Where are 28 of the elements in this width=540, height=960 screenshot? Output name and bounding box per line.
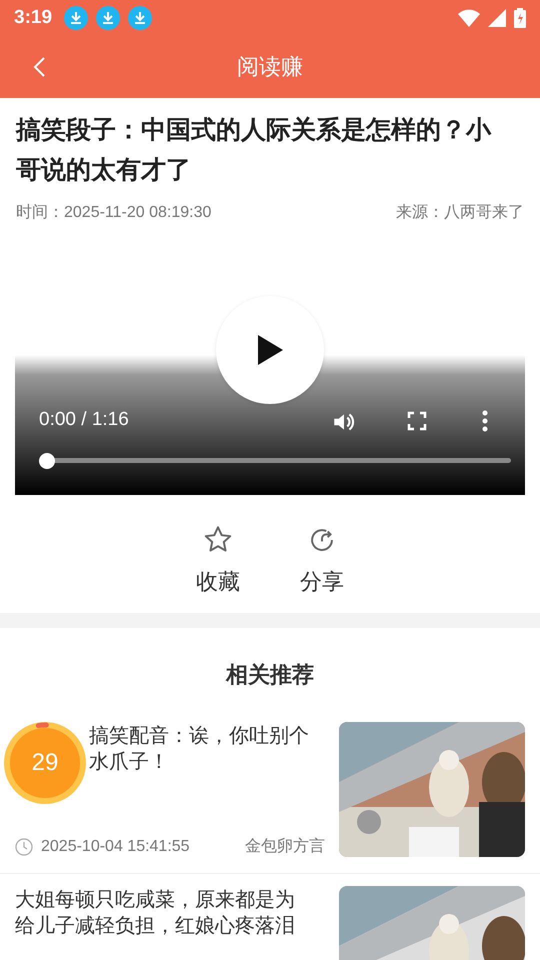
clock-icon [15, 838, 33, 856]
article-source: 来源：八两哥来了 [396, 202, 524, 223]
status-time: 3:19 [14, 7, 52, 29]
news-date: 2025-10-04 15:41:55 [41, 838, 190, 856]
video-time: 0:00 / 1:16 [39, 409, 129, 431]
publish-time: 时间：2025-11-20 08:19:30 [16, 202, 212, 223]
fullscreen-button[interactable] [405, 409, 429, 433]
more-button[interactable] [481, 409, 489, 433]
article-title: 搞笑段子：中国式的人际关系是怎样的？小哥说的太有才了 [16, 114, 492, 186]
download-icon [64, 6, 88, 30]
seek-thumb[interactable] [39, 453, 55, 469]
download-icon [96, 6, 120, 30]
news-source: 金包卵方言 [245, 836, 325, 857]
section-title: 相关推荐 [224, 662, 315, 690]
play-icon [256, 334, 284, 366]
signal-icon [488, 9, 506, 27]
news-title[interactable]: 水爪子！ [89, 748, 169, 774]
news-title[interactable]: 搞笑配音：诶，你吐别个 [89, 722, 309, 748]
download-icon [128, 6, 152, 30]
page-title: 阅读赚 [237, 54, 303, 82]
news-title[interactable]: 给儿子减轻负担，红娘心疼落泪 [15, 912, 295, 938]
back-icon [32, 56, 46, 78]
battery-icon [514, 8, 526, 28]
share-button[interactable]: 分享 [300, 523, 344, 597]
timer-count: 29 [10, 728, 80, 798]
wifi-icon [458, 9, 480, 27]
news-title[interactable]: 大姐每顿只吃咸菜，原来都是为 [15, 886, 295, 912]
favorite-button[interactable]: 收藏 [196, 523, 240, 597]
